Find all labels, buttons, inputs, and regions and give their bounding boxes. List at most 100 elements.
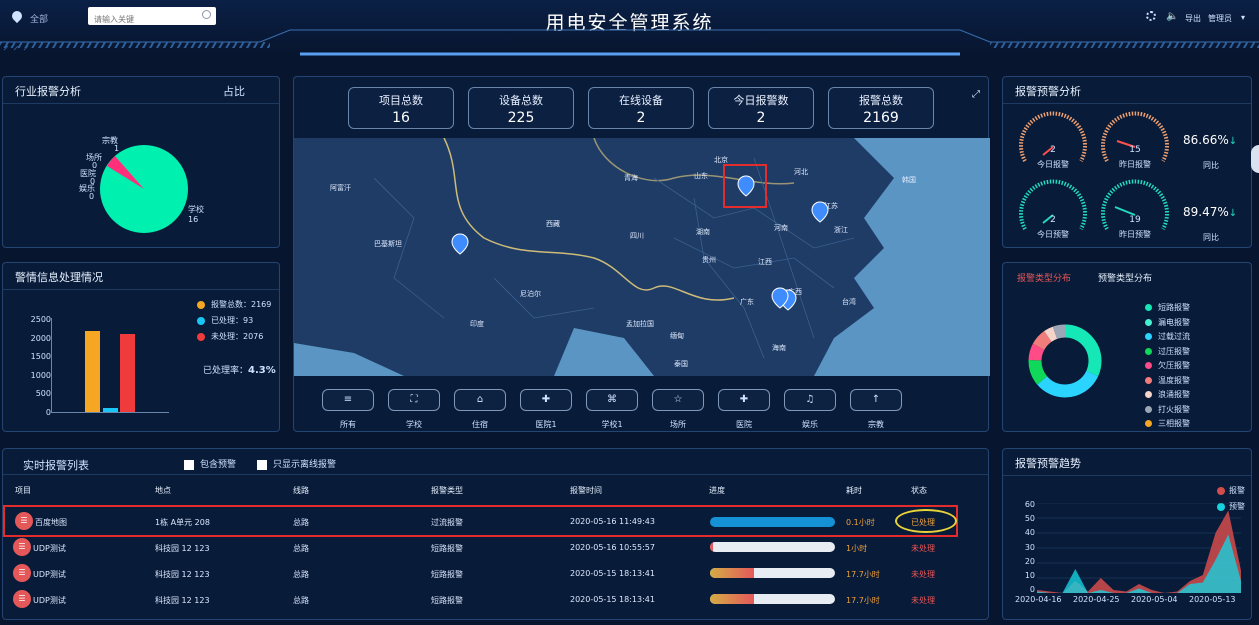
legend-item[interactable]: 短路报警 (1145, 301, 1190, 316)
category-lodging-button[interactable]: ⌂ (454, 389, 506, 411)
category-entertainment-button[interactable]: ♫ (784, 389, 836, 411)
arrow-down-icon: ↓ (1228, 208, 1238, 219)
stat-total-alarms: 报警总数 2169 (828, 87, 934, 129)
pie-label-entertainment: 娱乐 0 (79, 184, 95, 201)
svg-text:湖南: 湖南 (696, 227, 710, 236)
legend-item[interactable]: 欠压报警 (1145, 359, 1190, 374)
fullscreen-icon[interactable]: ⤢ (972, 89, 980, 100)
avatar: ☰ (13, 590, 31, 608)
bar-total (85, 331, 100, 412)
category-venue-button[interactable]: ☆ (652, 389, 704, 411)
svg-text:尼泊尔: 尼泊尔 (520, 289, 541, 298)
table-title: 实时报警列表 (23, 459, 89, 472)
gauges (1019, 111, 1169, 230)
svg-text:韩国: 韩国 (902, 175, 916, 184)
user-menu[interactable]: 管理员 (1208, 13, 1232, 24)
y-axis-ticks: 2500 2000 1500 1000 500 0 (30, 315, 51, 417)
svg-text:广东: 广东 (740, 297, 754, 306)
svg-text:印度: 印度 (470, 319, 484, 328)
svg-text:西藏: 西藏 (546, 219, 560, 228)
svg-text:河南: 河南 (774, 223, 788, 232)
progress-bar (710, 568, 835, 578)
svg-text:河北: 河北 (794, 168, 808, 176)
handling-title: 警情信息处理情况 (15, 271, 103, 284)
warning-yoy-label: 同比 (1203, 233, 1219, 242)
progress-bar (710, 594, 835, 604)
header: 全部 用电安全管理系统 🔈 导出 管理员 ▾ (0, 0, 1259, 56)
category-all-button[interactable]: ≡ (322, 389, 374, 411)
svg-text:山东: 山东 (694, 171, 708, 180)
header-stripe-left (0, 42, 270, 48)
category-religion-button[interactable]: ↑ (850, 389, 902, 411)
warning-yoy-value: 89.47%↓ (1183, 205, 1238, 219)
gauge-today-alarm-label: 今日报警 (1037, 160, 1069, 169)
legend-item-handled: 已处理：93 (197, 313, 271, 329)
svg-text:泰国: 泰国 (674, 359, 688, 368)
svg-text:北京: 北京 (714, 155, 728, 164)
y-axis-line (51, 318, 52, 413)
gauge-today-alarm-value: 2 (1050, 145, 1056, 155)
legend-item[interactable]: 过压报警 (1145, 345, 1190, 360)
type-donut (1028, 324, 1102, 398)
status-highlight-circle (895, 509, 957, 533)
svg-text:孟加拉国: 孟加拉国 (626, 319, 654, 328)
alarm-analysis-panel: 报警预警分析 2 今日报警 15 昨日报警 2 今日预警 19 昨日预警 86.… (1002, 76, 1252, 248)
legend-item[interactable]: 温度报警 (1145, 374, 1190, 389)
svg-text:台湾: 台湾 (842, 297, 856, 306)
category-hospital1-button[interactable]: ✚ (520, 389, 572, 411)
svg-text:巴基斯坦: 巴基斯坦 (374, 239, 402, 248)
stat-device-count: 设备总数 225 (468, 87, 574, 129)
svg-text:青海: 青海 (624, 173, 638, 182)
alarm-analysis-title: 报警预警分析 (1015, 85, 1081, 98)
industry-panel: 行业报警分析 占比 学校 16 宗教 1 场所 0 医院 0 娱乐 0 (2, 76, 280, 248)
industry-title: 行业报警分析 (15, 85, 81, 98)
avatar: ☰ (13, 538, 31, 556)
side-scroll-handle[interactable] (1251, 145, 1259, 173)
gauge-yesterday-warning-label: 昨日预警 (1119, 230, 1151, 239)
legend-item[interactable]: 浪涌报警 (1145, 388, 1190, 403)
legend-item[interactable]: 三相报警 (1145, 417, 1190, 432)
svg-text:海南: 海南 (772, 343, 786, 352)
trend-panel: 报警预警趋势 报警 预警 60 50 40 30 20 10 0 2020-04-16 20… (1002, 448, 1252, 620)
svg-text:江西: 江西 (758, 258, 772, 266)
legend-item[interactable]: 漏电报警 (1145, 316, 1190, 331)
legend-item[interactable]: 打火报警 (1145, 403, 1190, 418)
category-all-label: 所有 (340, 420, 356, 429)
include-warning-checkbox[interactable]: 包含预警 (184, 457, 236, 470)
map-view[interactable]: 阿富汗 巴基斯坦 印度 尼泊尔 孟加拉国 缅甸 泰国 山东 北京 湖南 河南 河… (294, 138, 990, 376)
arrow-down-icon: ↓ (1228, 136, 1238, 147)
svg-text:浙江: 浙江 (834, 225, 848, 234)
trend-y-ticks: 60 50 40 30 20 10 0 (1024, 500, 1035, 595)
table-row[interactable]: ☰ UDP测试 科技园 12 123 总路 短路报警 2020-05-16 10… (3, 535, 958, 561)
tab-warning-types[interactable]: 预警类型分布 (1098, 271, 1152, 284)
stat-project-count: 项目总数 16 (348, 87, 454, 129)
svg-text:阿富汗: 阿富汗 (330, 183, 351, 192)
gauge-yesterday-alarm-value: 15 (1129, 145, 1141, 155)
category-hospital-button[interactable]: ✚ (718, 389, 770, 411)
handling-legend: 报警总数：2169 已处理：93 未处理：2076 (197, 297, 271, 345)
volume-icon[interactable]: 🔈 (1166, 11, 1178, 22)
trend-title: 报警预警趋势 (1015, 457, 1081, 470)
offline-only-checkbox[interactable]: 只显示离线报警 (257, 457, 336, 470)
category-religion-label: 宗教 (868, 420, 884, 429)
svg-text:贵州: 贵州 (702, 255, 716, 264)
avatar: ☰ (15, 512, 33, 530)
legend-item[interactable]: 过载过流 (1145, 330, 1190, 345)
pie-label-venue: 场所 0 (86, 153, 102, 170)
category-school1-button[interactable]: ⌘ (586, 389, 638, 411)
type-legend: 短路报警 漏电报警 过载过流 过压报警 欠压报警 温度报警 浪涌报警 打火报警 … (1145, 301, 1190, 432)
chevron-down-icon[interactable]: ▾ (1241, 13, 1245, 22)
tab-alarm-types[interactable]: 报警类型分布 (1017, 271, 1071, 284)
table-row[interactable]: ☰ UDP测试 科技园 12 123 总路 短路报警 2020-05-15 18… (3, 587, 958, 613)
progress-bar (710, 517, 835, 527)
table-row[interactable]: ☰ 百度地图 1栋 A单元 208 总路 过流报警 2020-05-16 11:… (3, 505, 958, 537)
header-stripe-right (990, 42, 1259, 48)
gauge-today-warning-value: 2 (1050, 215, 1056, 225)
table-row[interactable]: ☰ UDP测试 科技园 12 123 总路 短路报警 2020-05-15 18… (3, 561, 958, 587)
settings-icon[interactable] (1146, 11, 1156, 21)
trend-legend-alarm[interactable]: 报警 (1217, 485, 1245, 496)
export-button[interactable]: 导出 (1185, 13, 1201, 24)
category-school-button[interactable]: ⛶ (388, 389, 440, 411)
gauge-today-warning-label: 今日预警 (1037, 230, 1069, 239)
type-distribution-panel: 报警类型分布 预警类型分布 短路报警 漏电报警 过载过流 过压报警 欠压报警 温… (1002, 262, 1252, 432)
